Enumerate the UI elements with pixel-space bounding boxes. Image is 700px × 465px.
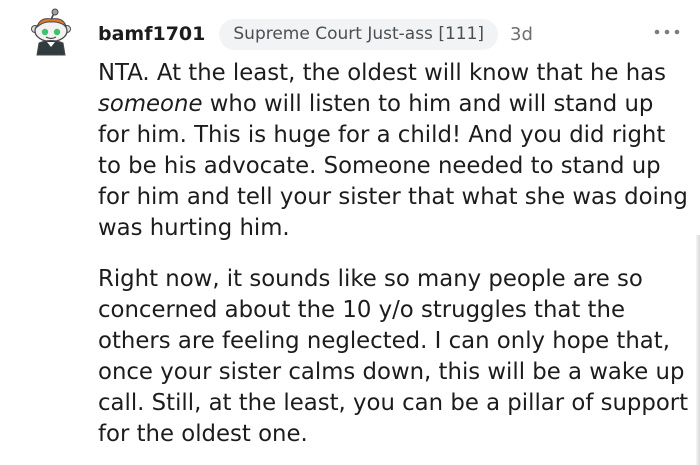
comment-paragraph: NTA. At the least, the oldest will know …	[98, 58, 690, 244]
snoo-avatar-icon	[31, 8, 71, 56]
username-link[interactable]: bamf1701	[98, 23, 205, 45]
comment-paragraph: Right now, it sounds like so many people…	[98, 266, 689, 447]
comment-body: NTA. At the least, the oldest will know …	[98, 58, 690, 450]
comment: bamf1701 Supreme Court Just-ass [111] 3d…	[0, 0, 700, 465]
comment-header: bamf1701 Supreme Court Just-ass [111] 3d	[98, 16, 533, 52]
user-avatar[interactable]	[30, 8, 74, 56]
user-flair[interactable]: Supreme Court Just-ass [111]	[219, 18, 499, 50]
more-options-button[interactable]	[652, 20, 682, 44]
scroll-edge	[696, 235, 700, 465]
comment-text: NTA. At the least, the oldest will know …	[98, 60, 667, 86]
emphasized-text: someone	[98, 91, 203, 117]
more-options-icon	[654, 29, 680, 35]
comment-age: 3d	[510, 23, 533, 45]
